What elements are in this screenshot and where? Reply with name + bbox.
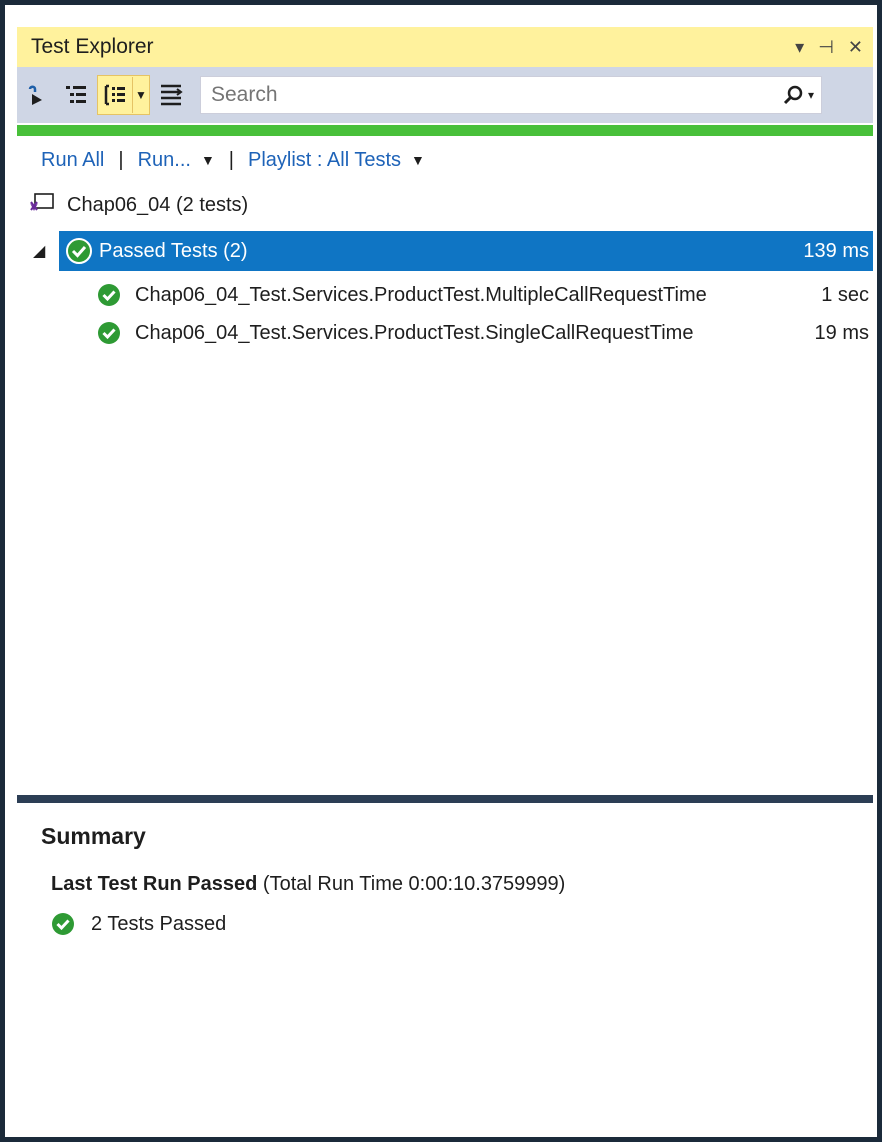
playlist-link[interactable]: Playlist : All Tests xyxy=(248,149,401,172)
test-name: Chap06_04_Test.Services.ProductTest.Sing… xyxy=(135,321,694,344)
run-all-link[interactable]: Run All xyxy=(41,149,104,172)
test-row[interactable]: Chap06_04_Test.Services.ProductTest.Sing… xyxy=(97,316,873,350)
test-explorer-window: Test Explorer ▾ ⊣ ✕ ▼ Search ▾ Run All |… xyxy=(0,0,882,1142)
chevron-down-icon[interactable]: ▼ xyxy=(132,77,149,113)
window-title: Test Explorer xyxy=(31,35,154,58)
search-icon xyxy=(783,85,803,105)
project-label: Chap06_04 (2 tests) xyxy=(67,193,249,216)
window-controls: ▾ ⊣ ✕ xyxy=(795,38,863,56)
collapse-triangle-icon[interactable]: ◢ xyxy=(33,241,45,261)
run-tests-icon xyxy=(28,85,42,105)
test-time: 19 ms xyxy=(814,321,869,344)
playlist-icon xyxy=(161,84,183,106)
test-progress-bar xyxy=(17,125,873,136)
last-run-label: Last Test Run Passed xyxy=(51,873,258,895)
show-details-icon xyxy=(104,84,125,106)
passed-count-row: 2 Tests Passed xyxy=(51,908,226,940)
toolbar: ▼ ▾ xyxy=(17,67,873,123)
run-dropdown-icon[interactable]: ▼ xyxy=(201,152,215,168)
separator: | xyxy=(118,148,124,171)
playlist-button[interactable] xyxy=(154,77,188,113)
check-circle-icon xyxy=(65,237,93,265)
test-time: 1 sec xyxy=(821,283,869,306)
search-input[interactable] xyxy=(201,82,775,108)
run-tests-button[interactable] xyxy=(21,77,55,113)
check-circle-icon xyxy=(97,283,121,307)
show-details-split-button[interactable]: ▼ xyxy=(97,75,150,115)
title-bar: Test Explorer ▾ ⊣ ✕ xyxy=(17,27,873,67)
test-name: Chap06_04_Test.Services.ProductTest.Mult… xyxy=(135,283,707,306)
group-label: Passed Tests (2) xyxy=(99,239,248,262)
passed-count: 2 Tests Passed xyxy=(91,912,227,935)
test-row[interactable]: Chap06_04_Test.Services.ProductTest.Mult… xyxy=(97,278,873,312)
test-project-icon xyxy=(29,192,55,218)
search-dropdown-icon[interactable]: ▾ xyxy=(808,88,814,102)
pin-icon[interactable]: ⊣ xyxy=(818,38,834,56)
separator: | xyxy=(228,148,234,171)
group-by-button[interactable] xyxy=(59,77,93,113)
show-details-button[interactable] xyxy=(98,77,132,113)
passed-tests-group[interactable]: Passed Tests (2) 139 ms xyxy=(59,231,873,271)
window-dropdown-icon[interactable]: ▾ xyxy=(795,38,804,56)
playlist-dropdown-icon[interactable]: ▼ xyxy=(411,152,425,168)
run-link[interactable]: Run... xyxy=(138,149,191,172)
summary-title: Summary xyxy=(41,823,146,849)
project-node[interactable]: Chap06_04 (2 tests) xyxy=(29,189,248,221)
group-by-icon xyxy=(66,86,86,103)
command-bar: Run All | Run... ▼ | Playlist : All Test… xyxy=(41,145,425,175)
check-circle-icon xyxy=(51,912,75,936)
total-run-time: (Total Run Time 0:00:10.3759999) xyxy=(262,873,566,895)
group-time: 139 ms xyxy=(803,239,869,262)
close-icon[interactable]: ✕ xyxy=(848,38,863,56)
search-box: ▾ xyxy=(200,76,822,114)
last-run-summary: Last Test Run Passed (Total Run Time 0:0… xyxy=(51,873,565,896)
search-button[interactable]: ▾ xyxy=(775,84,821,106)
check-circle-icon xyxy=(97,321,121,345)
panel-splitter[interactable] xyxy=(17,795,873,803)
